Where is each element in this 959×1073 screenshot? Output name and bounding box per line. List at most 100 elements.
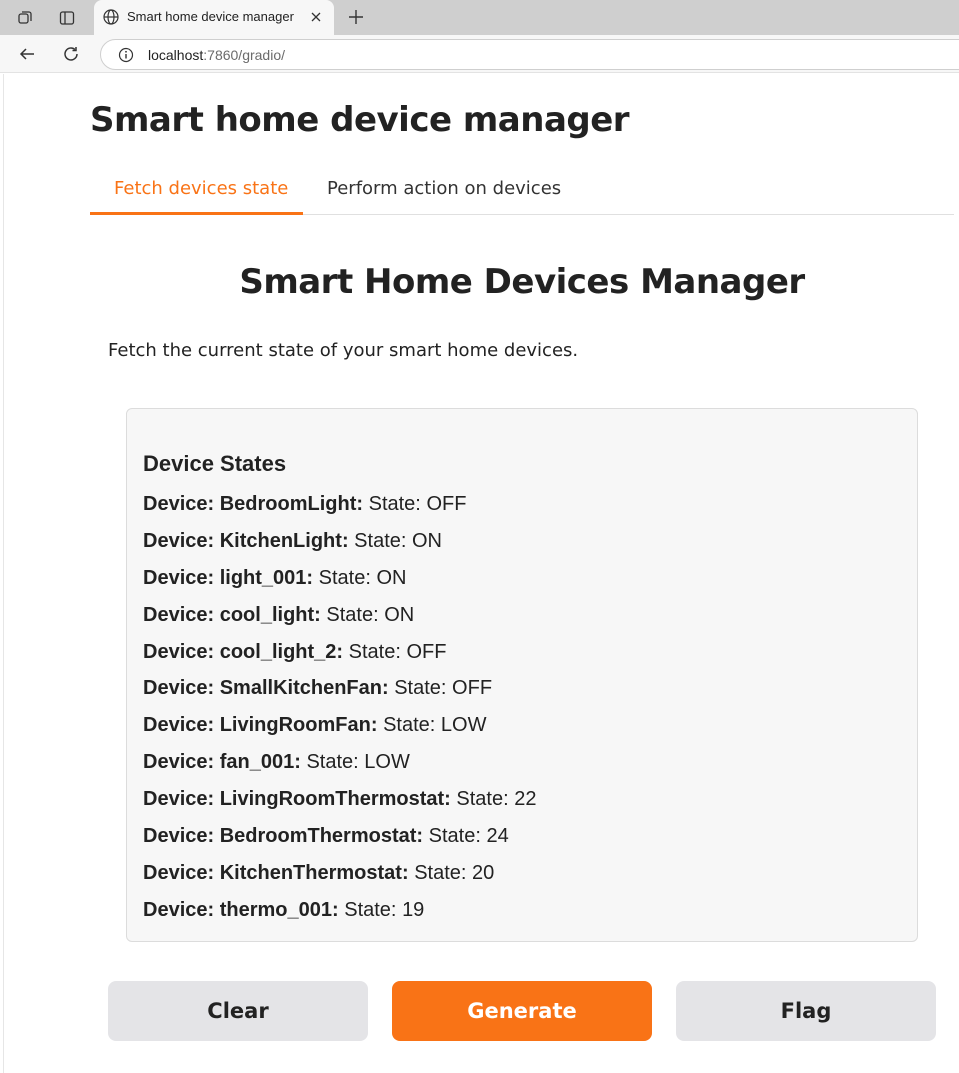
device-name-colon: : xyxy=(401,861,409,884)
device-name-colon: : xyxy=(336,640,344,663)
device-name-colon: : xyxy=(314,603,321,626)
device-name: Device: BedroomLight: xyxy=(143,493,363,515)
page-description: Fetch the current state of your smart ho… xyxy=(108,340,579,361)
device-name: Device: cool_light_2: xyxy=(143,641,343,663)
state-label: State: xyxy=(326,603,379,626)
page-heading: Smart Home Devices Manager xyxy=(239,262,805,302)
device-label: Device: xyxy=(143,529,215,552)
device-label: Device: xyxy=(143,640,215,663)
url-path: :7860/gradio/ xyxy=(203,47,285,63)
active-tab-indicator xyxy=(90,212,303,215)
device-state-value: ON xyxy=(412,529,442,552)
device-state-value: OFF xyxy=(426,493,467,515)
device-name: Device: SmallKitchenFan: xyxy=(143,677,389,699)
device-row: Device: cool_light_2: State: OFF xyxy=(143,641,536,678)
device-name: Device: KitchenLight: xyxy=(143,530,349,552)
device-label: Device: xyxy=(143,898,215,921)
device-state-list: Device: BedroomLight: State: OFF Device: … xyxy=(143,493,536,936)
device-state-value: 20 xyxy=(472,861,495,884)
device-name: Device: light_001: xyxy=(143,567,313,589)
tab-fetch-devices-state[interactable]: Fetch devices state xyxy=(114,178,288,199)
device-name-text: KitchenLight xyxy=(219,529,342,552)
reload-icon[interactable] xyxy=(60,43,82,65)
device-state-value: OFF xyxy=(406,640,447,663)
state-label: State: xyxy=(306,751,359,774)
device-row: Device: KitchenThermostat: State: 20 xyxy=(143,862,536,899)
device-name-text: cool_light xyxy=(219,603,315,626)
globe-icon xyxy=(102,8,120,26)
close-tab-icon[interactable] xyxy=(306,7,326,27)
device-name-colon: : xyxy=(294,751,301,774)
device-name: Device: cool_light: xyxy=(143,604,321,626)
device-name-text: cool_light_2 xyxy=(219,640,337,663)
device-name-text: BedroomThermostat xyxy=(219,825,417,848)
back-arrow-icon[interactable] xyxy=(16,43,38,65)
state-label: State: xyxy=(344,898,397,921)
device-name-colon: : xyxy=(370,714,378,737)
browser-tab[interactable]: Smart home device manager xyxy=(94,0,334,35)
vertical-tabs-icon[interactable] xyxy=(56,7,78,29)
generate-button[interactable]: Generate xyxy=(392,981,652,1041)
device-name-colon: : xyxy=(416,825,424,848)
device-label: Device: xyxy=(143,493,215,515)
device-name-text: thermo_001 xyxy=(219,898,332,921)
device-name-colon: : xyxy=(381,677,389,700)
device-name-text: BedroomLight xyxy=(219,493,357,515)
device-name: Device: KitchenThermostat: xyxy=(143,862,409,884)
flag-button[interactable]: Flag xyxy=(676,981,936,1041)
device-name-text: SmallKitchenFan xyxy=(219,677,382,700)
device-state-value: LOW xyxy=(440,714,487,737)
output-title: Device States xyxy=(143,451,287,476)
state-label: State: xyxy=(414,861,467,884)
device-name-colon: : xyxy=(306,566,314,589)
output-panel: Device States Device: BedroomLight: Stat… xyxy=(126,408,918,942)
device-label: Device: xyxy=(143,751,215,774)
device-name-text: LivingRoomFan xyxy=(219,714,371,737)
device-label: Device: xyxy=(143,861,215,884)
device-state-value: ON xyxy=(376,566,407,589)
device-label: Device: xyxy=(143,825,215,848)
device-name-text: light_001 xyxy=(219,566,307,589)
device-state-value: 22 xyxy=(514,788,537,811)
device-name-text: LivingRoomThermostat xyxy=(219,788,445,811)
state-label: State: xyxy=(318,566,371,589)
device-state-value: LOW xyxy=(364,751,410,774)
device-row: Device: BedroomLight: State: OFF xyxy=(143,493,536,530)
page-edge-divider xyxy=(3,74,4,1073)
state-label: State: xyxy=(383,714,436,737)
device-name-colon: : xyxy=(356,493,364,515)
device-state-value: OFF xyxy=(452,677,493,700)
app-title: Smart home device manager xyxy=(90,100,630,140)
device-row: Device: BedroomThermostat: State: 24 xyxy=(143,825,536,862)
state-label: State: xyxy=(456,788,509,811)
device-label: Device: xyxy=(143,603,215,626)
browser-tab-bar: Smart home device manager xyxy=(0,0,959,35)
new-tab-icon[interactable] xyxy=(345,6,367,28)
info-icon[interactable] xyxy=(117,46,135,64)
url-field[interactable]: localhost:7860/gradio/ xyxy=(100,39,959,70)
device-name-text: fan_001 xyxy=(219,751,295,774)
state-label: State: xyxy=(354,529,407,552)
device-name-colon: : xyxy=(444,788,451,811)
device-label: Device: xyxy=(143,677,215,700)
device-label: Device: xyxy=(143,566,215,589)
app-tab-row: Fetch devices state Perform action on de… xyxy=(90,170,954,215)
device-state-value: 19 xyxy=(402,898,425,921)
tab-perform-action[interactable]: Perform action on devices xyxy=(327,178,561,199)
state-label: State: xyxy=(348,640,401,663)
url-host: localhost xyxy=(148,47,204,63)
device-row: Device: SmallKitchenFan: State: OFF xyxy=(143,677,536,714)
browser-tab-title: Smart home device manager xyxy=(127,9,294,24)
state-label: State: xyxy=(368,493,421,515)
device-row: Device: LivingRoomFan: State: LOW xyxy=(143,714,536,751)
device-row: Device: thermo_001: State: 19 xyxy=(143,899,536,936)
workspaces-icon[interactable] xyxy=(14,7,36,29)
device-name-colon: : xyxy=(341,529,349,552)
device-name-colon: : xyxy=(332,898,339,921)
device-label: Device: xyxy=(143,788,215,811)
device-name: Device: BedroomThermostat: xyxy=(143,825,423,847)
device-row: Device: KitchenLight: State: ON xyxy=(143,530,536,567)
url-text: localhost:7860/gradio/ xyxy=(148,47,285,63)
clear-button[interactable]: Clear xyxy=(108,981,368,1041)
device-name: Device: thermo_001: xyxy=(143,899,339,921)
